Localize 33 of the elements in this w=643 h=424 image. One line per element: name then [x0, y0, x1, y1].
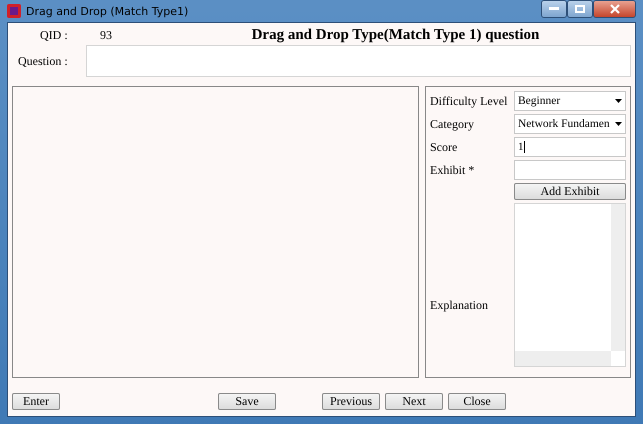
vertical-scrollbar[interactable]: [611, 204, 625, 351]
category-dropdown[interactable]: Network Fundamen: [514, 114, 626, 134]
difficulty-label: Difficulty Level: [430, 94, 508, 108]
dropdown-arrow-icon: [615, 99, 622, 103]
explanation-field[interactable]: [514, 203, 626, 367]
explanation-label: Explanation: [430, 298, 488, 312]
close-icon: [610, 4, 620, 14]
maximize-button[interactable]: [567, 0, 593, 18]
action-button[interactable]: Save: [218, 392, 276, 410]
minimize-button[interactable]: [541, 0, 567, 18]
app-icon: [7, 4, 21, 18]
exhibit-field[interactable]: [514, 160, 626, 180]
question-label: Question :: [18, 54, 69, 68]
question-field[interactable]: [86, 45, 631, 77]
score-label: Score: [430, 140, 458, 154]
exhibit-label: Exhibit *: [430, 162, 474, 178]
difficulty-dropdown[interactable]: Beginner: [514, 91, 626, 111]
dropdown-arrow-icon: [615, 122, 622, 126]
action-button[interactable]: Close: [448, 392, 506, 410]
action-button[interactable]: Next: [385, 392, 443, 410]
action-button[interactable]: Enter: [12, 392, 60, 410]
qid-value: 93: [100, 28, 113, 42]
add-exhibit-button[interactable]: Add Exhibit: [514, 183, 626, 200]
minimize-icon: [549, 7, 559, 11]
window-title: Drag and Drop (Match Type1): [26, 4, 190, 18]
maximize-icon: [575, 5, 585, 13]
action-button[interactable]: Previous: [322, 392, 380, 410]
category-label: Category: [430, 116, 474, 132]
form-heading: Drag and Drop Type(Match Type 1) question: [250, 26, 540, 44]
close-button[interactable]: [593, 0, 636, 18]
score-field[interactable]: 1: [514, 137, 626, 157]
qid-label: QID :: [40, 28, 69, 42]
horizontal-scrollbar[interactable]: [515, 351, 611, 366]
